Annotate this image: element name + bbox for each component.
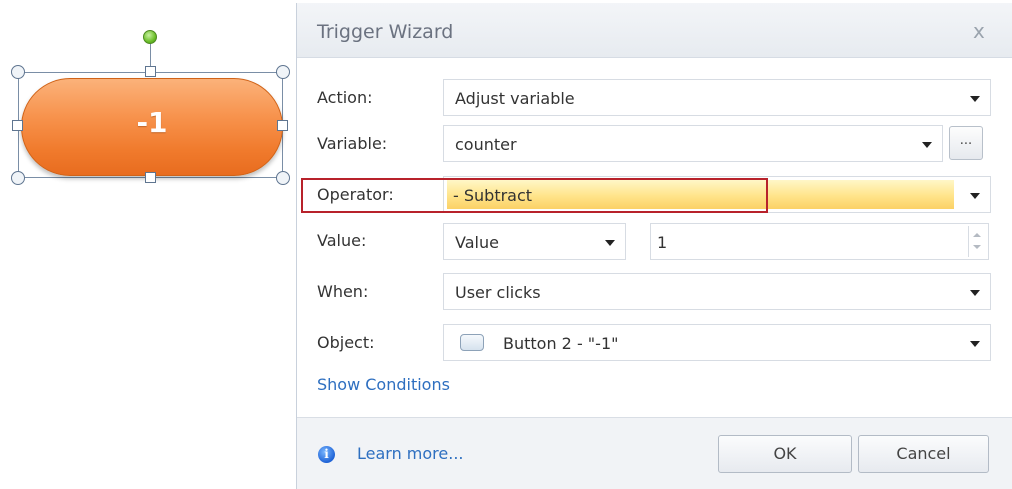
chevron-down-icon (970, 290, 980, 296)
when-dropdown[interactable]: User clicks (443, 273, 991, 310)
show-conditions-link[interactable]: Show Conditions (317, 375, 450, 394)
variable-value: counter (455, 135, 517, 154)
operator-value: - Subtract (453, 186, 533, 205)
object-value: Button 2 - "-1" (503, 334, 619, 353)
action-value: Adjust variable (455, 89, 575, 108)
chevron-down-icon (970, 193, 980, 199)
chevron-down-icon (970, 341, 980, 347)
value-number: 1 (657, 233, 668, 252)
dialog-titlebar: Trigger Wizard x (297, 3, 1012, 58)
operator-label: Operator: (317, 185, 394, 204)
info-icon: i (318, 446, 335, 463)
rotation-handle[interactable] (143, 30, 157, 44)
action-dropdown[interactable]: Adjust variable (443, 79, 991, 116)
learn-more-link[interactable]: Learn more... (357, 444, 464, 463)
variable-label: Variable: (317, 134, 388, 153)
button-object-icon (460, 334, 484, 351)
dialog-title: Trigger Wizard (317, 21, 454, 43)
chevron-down-icon (970, 96, 980, 102)
slide-canvas: -1 (0, 0, 300, 489)
resize-handle-top-left[interactable] (11, 65, 25, 79)
dialog-footer: i Learn more... OK Cancel (297, 417, 1012, 489)
when-label: When: (317, 282, 369, 301)
value-stepper[interactable] (968, 226, 986, 257)
value-type-value: Value (455, 233, 499, 252)
chevron-down-icon (605, 240, 615, 246)
object-dropdown[interactable]: Button 2 - "-1" (443, 324, 991, 361)
object-label: Object: (317, 333, 375, 352)
when-value: User clicks (455, 283, 541, 302)
stepper-down-icon[interactable] (973, 245, 981, 249)
resize-handle-bottom-right[interactable] (276, 171, 290, 185)
close-icon[interactable]: x (973, 19, 985, 43)
resize-handle-top-right[interactable] (276, 65, 290, 79)
variable-browse-button[interactable]: ... (949, 126, 983, 160)
cancel-button[interactable]: Cancel (858, 435, 989, 473)
minus-one-button-shape[interactable]: -1 (21, 78, 283, 176)
resize-handle-bottom[interactable] (145, 172, 156, 183)
resize-handle-bottom-left[interactable] (11, 171, 25, 185)
value-number-input[interactable]: 1 (650, 223, 989, 260)
action-label: Action: (317, 88, 373, 107)
ok-button[interactable]: OK (718, 435, 852, 473)
operator-dropdown[interactable]: - Subtract (443, 176, 991, 213)
resize-handle-top[interactable] (145, 66, 156, 77)
stepper-up-icon[interactable] (973, 233, 981, 237)
value-type-dropdown[interactable]: Value (443, 223, 626, 260)
value-label: Value: (317, 231, 367, 250)
variable-dropdown[interactable]: counter (443, 125, 943, 162)
trigger-wizard-dialog: Trigger Wizard x Action: Adjust variable… (296, 3, 1012, 489)
resize-handle-right[interactable] (277, 120, 288, 131)
shape-label: -1 (136, 105, 168, 139)
resize-handle-left[interactable] (12, 120, 23, 131)
chevron-down-icon (922, 142, 932, 148)
